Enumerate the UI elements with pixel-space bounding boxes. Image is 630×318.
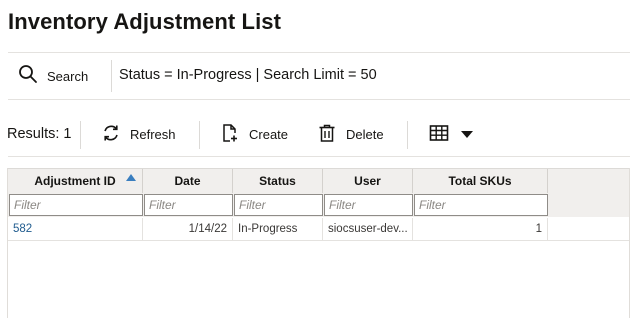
refresh-icon: [101, 123, 130, 146]
toolbar: Results: 1 Refresh Create Delete: [0, 112, 630, 156]
search-criteria-summary[interactable]: Status = In-Progress | Search Limit = 50: [119, 67, 377, 83]
column-header-status[interactable]: Status: [233, 169, 323, 193]
view-menu-button[interactable]: [429, 120, 473, 148]
cell-date: 1/14/22: [143, 218, 233, 240]
table-row[interactable]: 582 1/14/22 In-Progress siocsuser-dev...…: [8, 218, 630, 241]
inventory-adjustment-table: Adjustment ID Date Status User Total SKU…: [7, 168, 630, 318]
search-button[interactable]: Search: [18, 64, 88, 88]
cell-total-skus: 1: [413, 218, 548, 240]
trash-icon: [317, 123, 346, 146]
filter-row: [8, 193, 630, 217]
column-header-total-skus[interactable]: Total SKUs: [413, 169, 548, 193]
delete-label: Delete: [346, 126, 384, 142]
create-button[interactable]: Create: [220, 120, 288, 148]
filter-status[interactable]: [234, 194, 323, 216]
divider: [8, 99, 630, 100]
filter-total-skus[interactable]: [414, 194, 548, 216]
caret-down-icon: [461, 127, 473, 142]
create-label: Create: [249, 126, 289, 142]
cell-status: In-Progress: [233, 218, 323, 240]
column-header-adjustment-id[interactable]: Adjustment ID: [8, 169, 143, 193]
filter-date[interactable]: [144, 194, 233, 216]
search-icon: [18, 64, 38, 89]
toolbar-divider: [199, 121, 200, 149]
toolbar-divider: [407, 121, 408, 149]
refresh-label: Refresh: [130, 126, 176, 142]
column-header-date[interactable]: Date: [143, 169, 233, 193]
toolbar-divider: [80, 121, 81, 149]
create-document-icon: [220, 123, 249, 146]
table-grid-icon: [429, 123, 461, 146]
search-label: Search: [47, 68, 89, 84]
column-header-user[interactable]: User: [323, 169, 413, 193]
cell-user: siocsuser-dev...: [323, 218, 413, 240]
filter-adjustment-id[interactable]: [9, 194, 143, 216]
results-count: Results: 1: [7, 126, 72, 142]
filter-user[interactable]: [324, 194, 413, 216]
search-divider: [111, 60, 112, 92]
divider: [8, 156, 630, 157]
search-bar: Search Status = In-Progress | Search Lim…: [8, 53, 630, 99]
column-header-label: Adjustment ID: [34, 174, 116, 188]
sort-ascending-icon[interactable]: [126, 174, 136, 182]
cell-adjustment-id[interactable]: 582: [8, 218, 143, 240]
delete-button[interactable]: Delete: [317, 120, 384, 148]
refresh-button[interactable]: Refresh: [101, 120, 176, 148]
page-title: Inventory Adjustment List: [8, 9, 282, 34]
